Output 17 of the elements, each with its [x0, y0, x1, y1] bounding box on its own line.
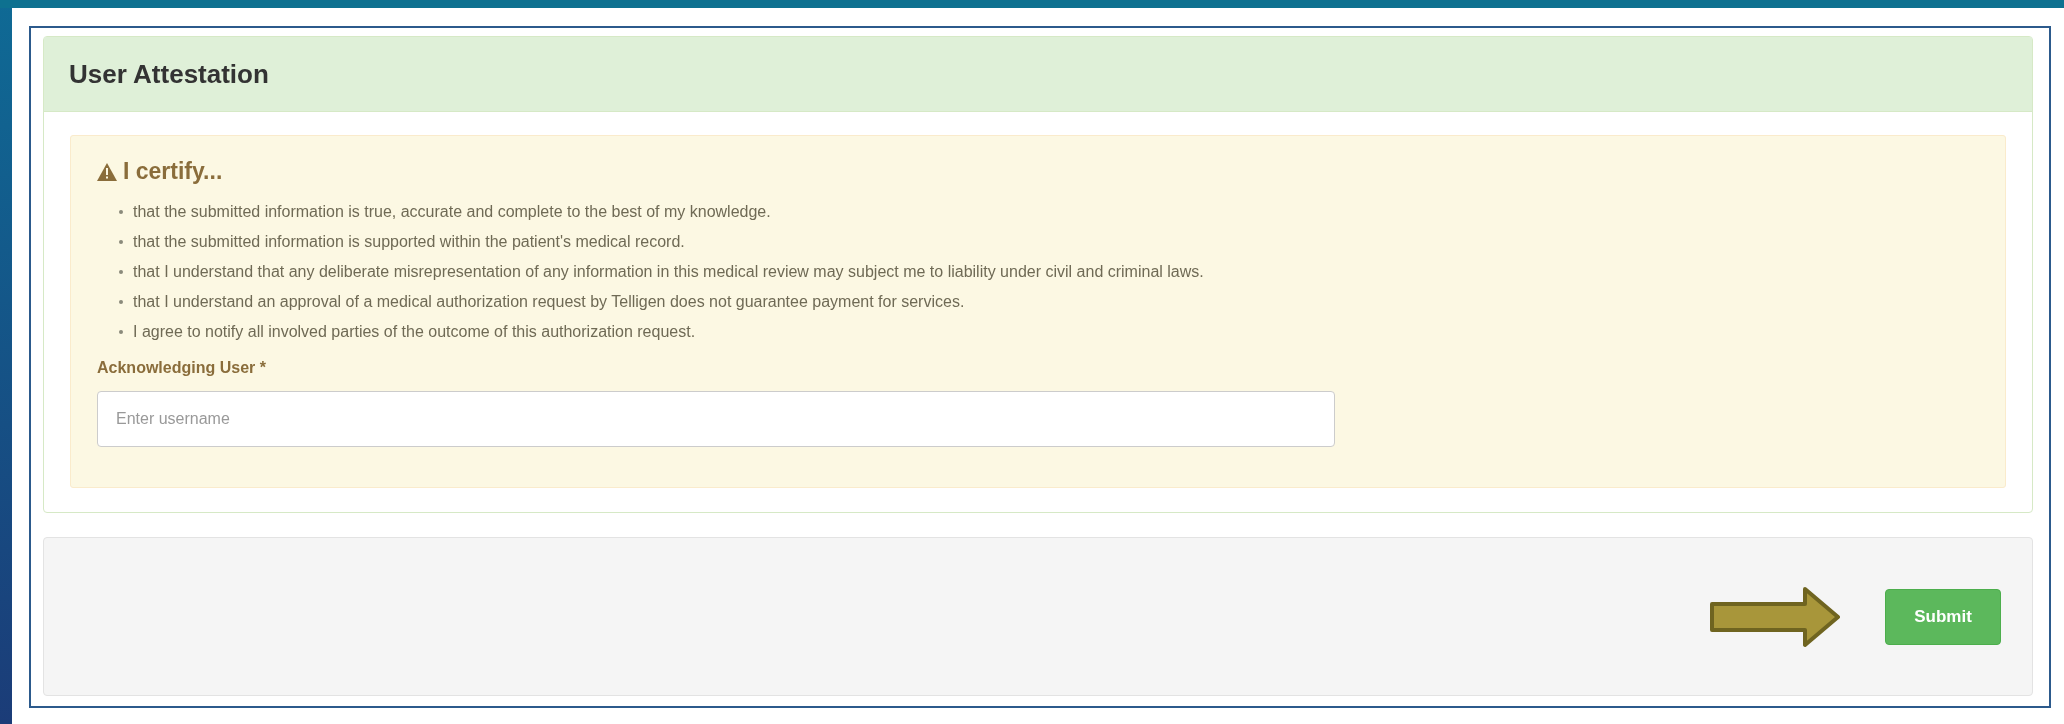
certification-item: I agree to notify all involved parties of the outcome of this authorization request.	[133, 322, 696, 342]
bullet-icon	[119, 210, 123, 214]
username-field[interactable]: Enter username	[97, 391, 1335, 447]
certification-item: that the submitted information is true, accurate and complete to the best of my knowledge.	[133, 202, 771, 222]
warning-icon	[97, 162, 117, 181]
certification-item: that I understand that any deliberate misrepresentation of any information in this medical review may subject me to liability under civil and criminal laws.	[133, 262, 1204, 282]
field-label: Acknowledging User *	[97, 359, 267, 377]
bullet-icon	[119, 300, 123, 304]
certification-item: that the submitted information is supported within the patient's medical record.	[133, 232, 685, 252]
panel-title: User Attestation	[69, 58, 269, 90]
bullet-icon	[119, 240, 123, 244]
bullet-icon	[119, 330, 123, 334]
submit-button[interactable]: Submit	[1885, 588, 2001, 645]
certification-item: that I understand an approval of a medical authorization request by Telligen does not guarantee payment for services.	[133, 292, 965, 312]
warning-heading: I certify...	[123, 158, 223, 185]
arrow-icon	[1709, 585, 1841, 648]
bullet-icon	[119, 270, 123, 274]
